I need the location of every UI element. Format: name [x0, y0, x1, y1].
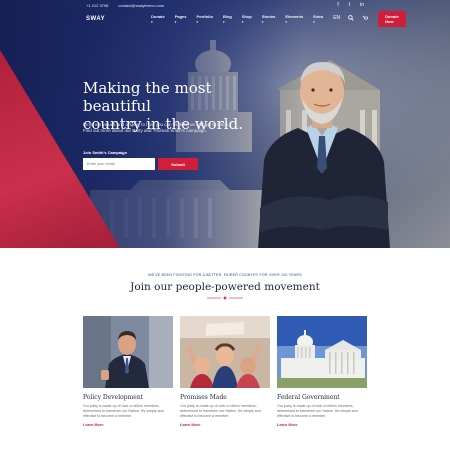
top-info-bar: +1 212 3798 contact@swayfreeco.com f t i… [0, 0, 450, 10]
search-icon[interactable] [348, 15, 354, 23]
card-promises-made: Promises Made Our party is made up of ov… [180, 316, 270, 427]
nav-menu: Donate Pages Portfolio Blog Shop Stories… [151, 14, 323, 24]
card-title[interactable]: Federal Government [277, 394, 367, 401]
card-image-capitol[interactable] [277, 316, 367, 388]
nav-item-stories[interactable]: Stories [262, 14, 276, 24]
twitter-icon[interactable]: t [349, 2, 350, 8]
card-text: Our party is made up of over a million m… [277, 404, 358, 418]
submit-button[interactable]: Submit [158, 158, 198, 170]
cart-icon[interactable] [362, 15, 369, 23]
nav-item-donate[interactable]: Donate [151, 14, 165, 24]
nav-item-blog[interactable]: Blog [223, 14, 232, 24]
site-logo[interactable]: SWAY [86, 16, 105, 22]
card-image-rally[interactable] [180, 316, 270, 388]
facebook-icon[interactable]: f [337, 2, 338, 8]
hero-subtitle: From our values and origins, to how you … [83, 122, 253, 134]
nav-item-elements[interactable]: Elements [285, 14, 303, 24]
hero-title-line-1: Making the most beautiful [83, 79, 212, 115]
nav-item-shop[interactable]: Shop [242, 14, 252, 24]
phone-text[interactable]: +1 212 3798 [86, 3, 108, 8]
card-text: Our party is made up of over a million m… [83, 404, 164, 418]
nav-item-extra[interactable]: Extra [313, 14, 323, 24]
learn-more-link[interactable]: Learn More [180, 423, 270, 427]
card-policy-development: Policy Development Our party is made up … [83, 316, 173, 427]
email-text[interactable]: contact@swayfreeco.com [118, 3, 164, 8]
donate-now-button[interactable]: Donate Now [378, 11, 406, 27]
card-image-politician[interactable] [83, 316, 173, 388]
main-navigation: SWAY Donate Pages Portfolio Blog Shop St… [86, 11, 406, 27]
card-text: Our party is made up of over a million m… [180, 404, 261, 418]
email-input[interactable] [83, 158, 155, 170]
learn-more-link[interactable]: Learn More [277, 423, 367, 427]
nav-item-portfolio[interactable]: Portfolio [196, 14, 212, 24]
card-title[interactable]: Promises Made [180, 394, 270, 401]
linkedin-icon[interactable]: in [360, 2, 364, 8]
nav-icons: EN [333, 15, 369, 23]
social-links: f t in [337, 2, 364, 8]
card-federal-government: Federal Government Our party is made up … [277, 316, 367, 427]
section-eyebrow: WE'VE BEEN FIGHTING FOR A BETTER, FAIRER… [148, 273, 302, 277]
campaign-form-label: Join Smith's Campaign [83, 150, 128, 155]
learn-more-link[interactable]: Learn More [83, 423, 173, 427]
page: +1 212 3798 contact@swayfreeco.com f t i… [0, 0, 450, 450]
candidate-portrait [258, 62, 390, 248]
nav-item-pages[interactable]: Pages [175, 14, 187, 24]
section-title: Join our people-powered movement [130, 281, 320, 293]
card-title[interactable]: Policy Development [83, 394, 173, 401]
hero-subtitle-line-2: Find out more about our Party and Thomas… [83, 128, 207, 133]
language-switch[interactable]: EN [333, 15, 340, 23]
section-divider-star-icon [207, 296, 243, 300]
hero-section: +1 212 3798 contact@swayfreeco.com f t i… [0, 0, 450, 248]
